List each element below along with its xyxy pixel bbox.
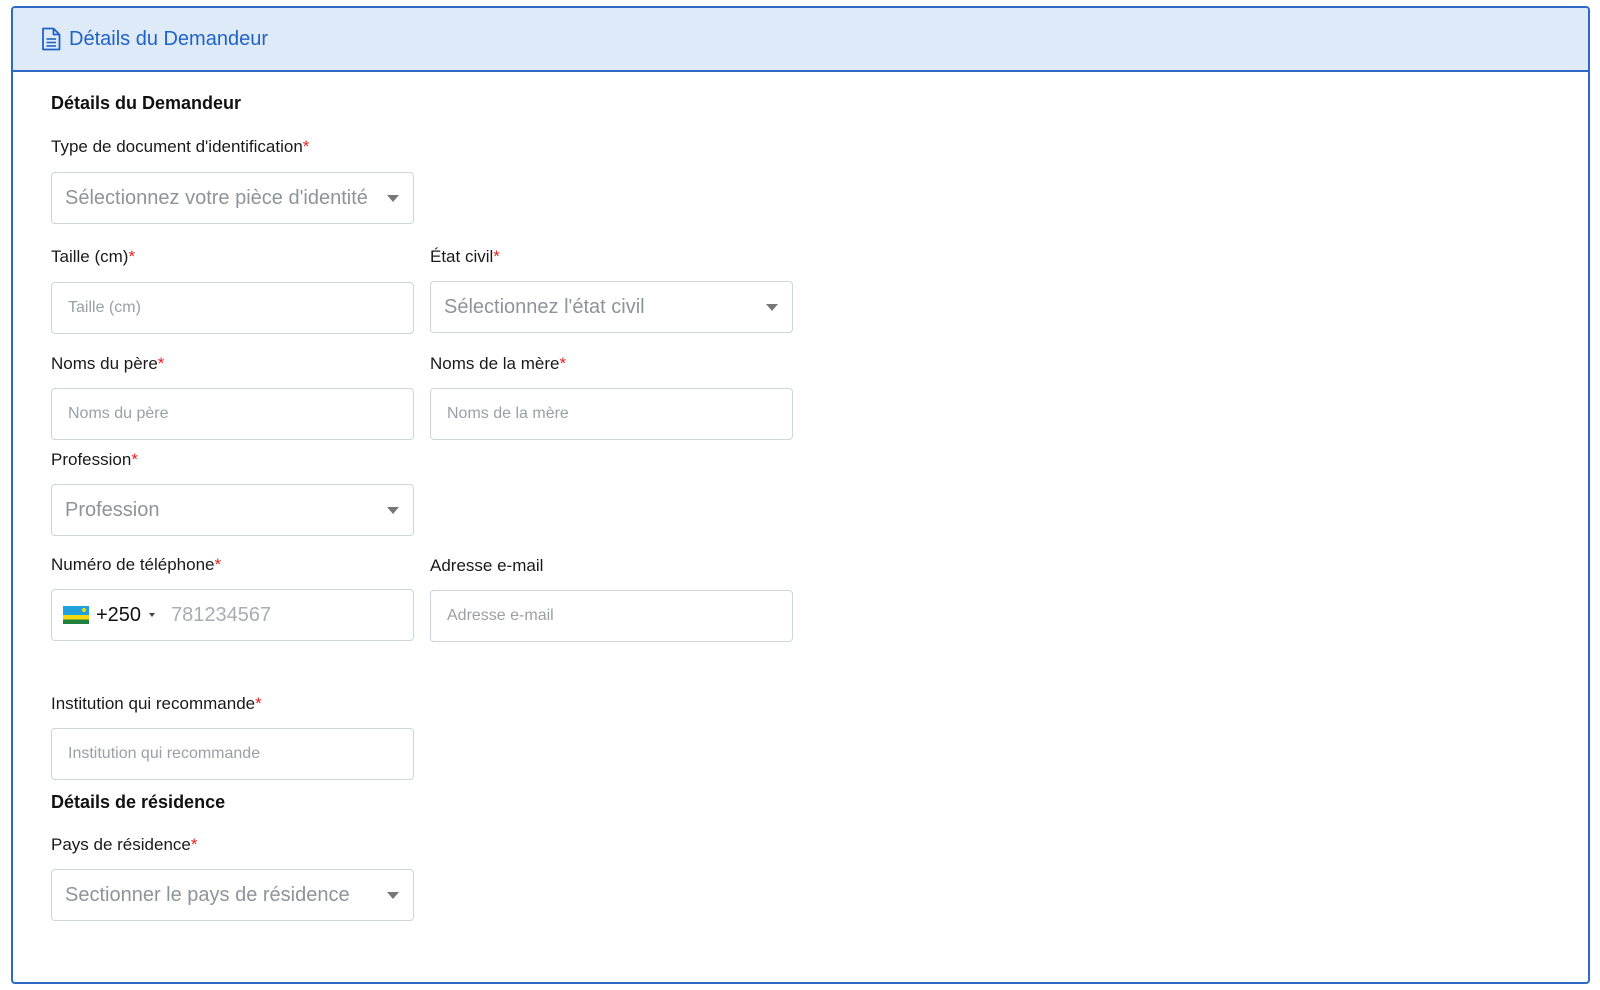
required-marker: * bbox=[157, 354, 165, 373]
required-marker: * bbox=[128, 247, 136, 266]
panel-title: Détails du Demandeur bbox=[69, 27, 268, 50]
profession-select[interactable]: Profession bbox=[51, 484, 414, 536]
country-label-text: Pays de résidence bbox=[51, 835, 191, 854]
father-label: Noms du père* bbox=[51, 354, 164, 374]
father-name-input[interactable]: Noms du père bbox=[51, 388, 414, 440]
civil-status-label: État civil* bbox=[430, 247, 500, 267]
height-label: Taille (cm)* bbox=[51, 247, 135, 267]
email-input[interactable]: Adresse e-mail bbox=[430, 590, 793, 642]
mother-label: Noms de la mère* bbox=[430, 354, 566, 374]
phone-label: Numéro de téléphone* bbox=[51, 555, 221, 575]
caret-down-icon[interactable] bbox=[149, 613, 156, 617]
panel-header[interactable]: Détails du Demandeur bbox=[13, 8, 1588, 72]
email-placeholder: Adresse e-mail bbox=[447, 607, 554, 624]
chevron-down-icon bbox=[766, 304, 778, 311]
mother-label-text: Noms de la mère bbox=[430, 354, 560, 373]
civil-status-label-text: État civil bbox=[430, 247, 494, 266]
email-label: Adresse e-mail bbox=[430, 556, 544, 575]
required-marker: * bbox=[190, 835, 198, 854]
height-placeholder: Taille (cm) bbox=[68, 299, 141, 316]
rwanda-flag-icon[interactable] bbox=[63, 606, 89, 624]
required-marker: * bbox=[255, 694, 262, 713]
chevron-down-icon bbox=[387, 892, 399, 899]
mother-name-input[interactable]: Noms de la mère bbox=[430, 388, 793, 440]
phone-input[interactable]: +250 781234567 bbox=[51, 589, 414, 641]
chevron-down-icon bbox=[387, 195, 399, 202]
height-label-text: Taille (cm) bbox=[51, 247, 129, 266]
country-select[interactable]: Sectionner le pays de résidence bbox=[51, 869, 414, 921]
id-type-placeholder: Sélectionnez votre pièce d'identité bbox=[65, 186, 368, 209]
chevron-down-icon bbox=[387, 507, 399, 514]
applicant-section-title: Détails du Demandeur bbox=[51, 93, 242, 113]
civil-status-select[interactable]: Sélectionnez l'état civil bbox=[430, 281, 793, 333]
institution-label-text: Institution qui recommande bbox=[51, 694, 256, 713]
country-label: Pays de résidence* bbox=[51, 835, 198, 855]
father-name-placeholder: Noms du père bbox=[68, 405, 169, 422]
phone-label-text: Numéro de téléphone bbox=[51, 555, 215, 574]
father-label-text: Noms du père bbox=[51, 354, 158, 373]
mother-name-placeholder: Noms de la mère bbox=[447, 405, 569, 422]
institution-input[interactable]: Institution qui recommande bbox=[51, 728, 414, 780]
id-type-select[interactable]: Sélectionnez votre pièce d'identité bbox=[51, 172, 414, 224]
required-marker: * bbox=[302, 137, 310, 156]
profession-label-text: Profession bbox=[51, 450, 132, 469]
id-type-label-text: Type de document d'identification bbox=[51, 137, 303, 156]
required-marker: * bbox=[131, 450, 138, 469]
profession-placeholder: Profession bbox=[65, 498, 160, 521]
country-placeholder: Sectionner le pays de résidence bbox=[65, 883, 350, 906]
civil-status-placeholder: Sélectionnez l'état civil bbox=[444, 295, 645, 318]
id-type-label: Type de document d'identification* bbox=[51, 137, 309, 157]
institution-label: Institution qui recommande* bbox=[51, 694, 262, 714]
document-icon bbox=[41, 27, 61, 51]
residence-section-title: Détails de résidence bbox=[51, 792, 226, 812]
required-marker: * bbox=[214, 555, 222, 574]
height-input[interactable]: Taille (cm) bbox=[51, 282, 414, 334]
institution-placeholder: Institution qui recommande bbox=[68, 745, 261, 762]
phone-placeholder: 781234567 bbox=[171, 603, 272, 626]
country-code[interactable]: +250 bbox=[96, 604, 141, 627]
required-marker: * bbox=[559, 354, 567, 373]
required-marker: * bbox=[493, 247, 500, 266]
profession-label: Profession* bbox=[51, 450, 138, 470]
